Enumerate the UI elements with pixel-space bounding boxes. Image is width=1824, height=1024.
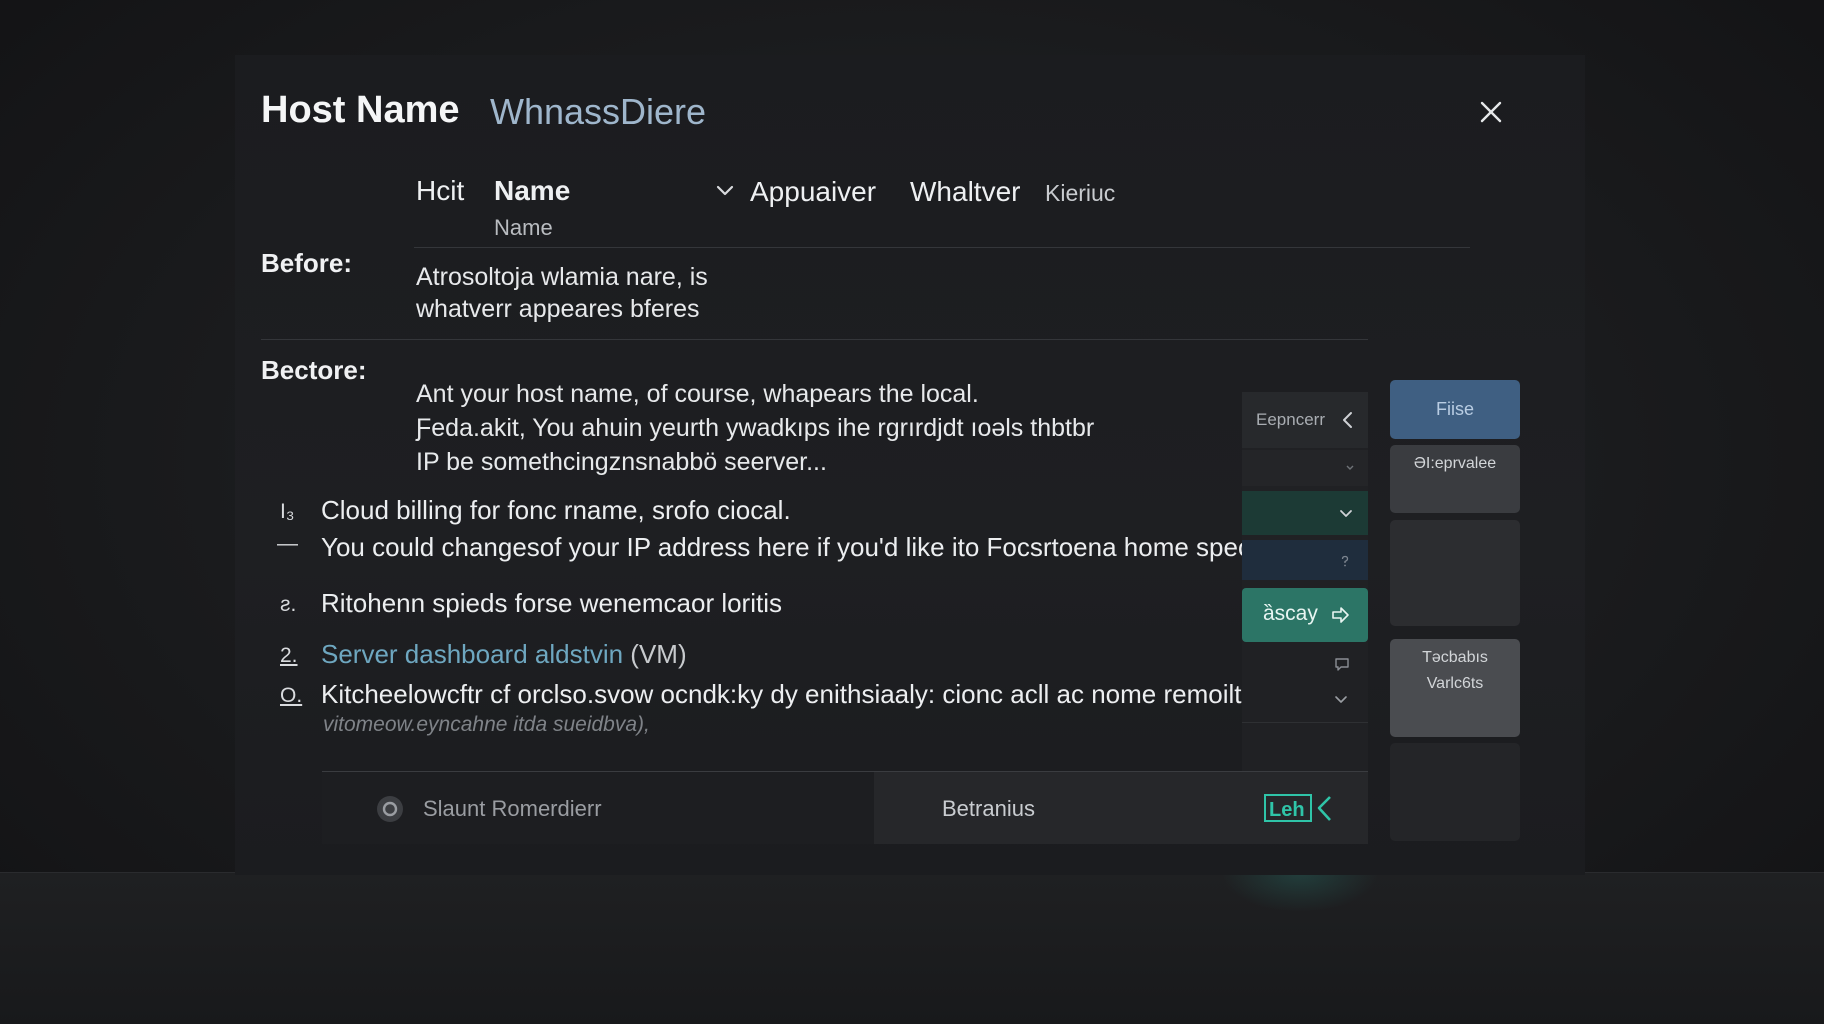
list-item-marker: O. (280, 684, 303, 707)
chevron-down-icon[interactable] (1332, 690, 1350, 708)
files-tile[interactable]: Fiise (1390, 380, 1520, 439)
footer-left-section[interactable]: Slaunt Romerdierr (322, 772, 874, 844)
brand-logo[interactable]: Leh (1264, 792, 1336, 826)
arrow-right-icon (1332, 607, 1349, 623)
server-dashboard-link[interactable]: Server dashboard aldstvin (VM) (321, 639, 687, 670)
header-divider (414, 247, 1470, 248)
footer-right-label: Betranius (942, 796, 1035, 821)
before-text-line1: Atrosoltoja wlamia nare, is (416, 263, 708, 291)
column-header-host[interactable]: Hcit (416, 175, 464, 207)
bectore-label: Bectore: (261, 355, 367, 385)
dialog-title: Host Name (261, 89, 460, 131)
list-note: vitomeow.eyncahne itda sueidbva), (323, 713, 650, 736)
floor-glow (1220, 872, 1380, 912)
row-divider (261, 339, 1368, 340)
list-item-marker: — (277, 532, 298, 555)
bectore-text-line1: Ant your host name, of course, whapears … (416, 380, 979, 408)
list-item: Ritohenn spieds forse wenemcaor loritis (321, 588, 782, 618)
es-tile[interactable]: ƏI:eprvalee (1390, 445, 1520, 513)
help-icon[interactable] (1338, 554, 1352, 568)
host-name-dialog: Host Name WhnassDiere Hcit Name Name App… (235, 55, 1585, 875)
list-item: Cloud billing for fonc rname, srofo cioc… (321, 495, 791, 525)
close-icon (1480, 101, 1502, 123)
column-header-name[interactable]: Name (494, 175, 570, 207)
side-divider (1242, 722, 1368, 723)
explore-row[interactable]: Eepncerr (1242, 392, 1368, 448)
variables-tile-line1: Tǝcbabıs (1422, 649, 1488, 666)
brand-logo-text: Leh (1269, 799, 1305, 821)
list-item-marker: ƨ. (280, 593, 297, 616)
files-tile-label: Fiise (1435, 399, 1474, 419)
close-button[interactable] (1474, 95, 1508, 129)
display-button-label: ȁscay (1263, 602, 1318, 625)
footer-left-label: Slaunt Romerdierr (423, 796, 602, 821)
before-label: Before: (261, 248, 353, 278)
column-header-whaltver[interactable]: Whaltver (910, 176, 1020, 208)
floor-surface (0, 872, 1824, 1024)
server-dashboard-suffix: (VM) (630, 639, 687, 669)
server-dashboard-link-text[interactable]: Server dashboard aldstvin (321, 639, 623, 669)
display-button[interactable]: ȁscay (1242, 588, 1368, 642)
variables-tile-line2: Varlc6ts (1426, 675, 1484, 692)
column-header-appuaiver[interactable]: Appuaiver (750, 176, 876, 208)
chevron-down-icon[interactable] (713, 179, 737, 203)
column-header-name-sub: Name (494, 215, 553, 240)
side-row-empty (1242, 450, 1368, 486)
chevron-down-icon[interactable] (1337, 504, 1355, 522)
blank-tile (1390, 743, 1520, 841)
list-item-marker: I₃ (280, 500, 295, 523)
explore-label: Eepncerr (1256, 410, 1325, 429)
bectore-text-line3: IP be somethcingznsnabbö seerver... (416, 448, 827, 476)
blank-tile (1390, 520, 1520, 626)
column-header-kieriuc[interactable]: Kieriuc (1045, 180, 1115, 207)
footer-bar: Slaunt Romerdierr Betranius Leh (322, 771, 1368, 844)
footer-right-section[interactable]: Betranius Leh (874, 772, 1368, 844)
chevron-left-icon[interactable] (1338, 410, 1358, 430)
variables-tile[interactable]: Tǝcbabıs Varlc6ts (1390, 639, 1520, 737)
side-row-green[interactable] (1242, 491, 1368, 535)
page-background: Host Name WhnassDiere Hcit Name Name App… (0, 0, 1824, 1024)
bectore-text-line2: Ƒeda.akit, You ahuin yeurth ywadkıps ihe… (416, 414, 1095, 442)
side-action-panel: Eepncerr ȁscay (1242, 392, 1368, 804)
list-item-marker: 2. (280, 644, 298, 667)
radio-icon[interactable] (375, 794, 405, 824)
dialog-subtitle: WhnassDiere (490, 91, 707, 132)
list-item: You could changesof your IP address here… (321, 532, 1283, 562)
es-tile-label: ƏI:eprvalee (1413, 455, 1497, 472)
message-icon[interactable] (1334, 656, 1350, 672)
side-row-blue[interactable] (1242, 540, 1368, 580)
list-item: Kitcheelowcftr cf orclso.svow ocndk:ky d… (321, 679, 1277, 709)
before-text-line2: whatverr appeares bferes (416, 295, 700, 323)
chevron-down-small-icon[interactable] (1344, 462, 1356, 474)
